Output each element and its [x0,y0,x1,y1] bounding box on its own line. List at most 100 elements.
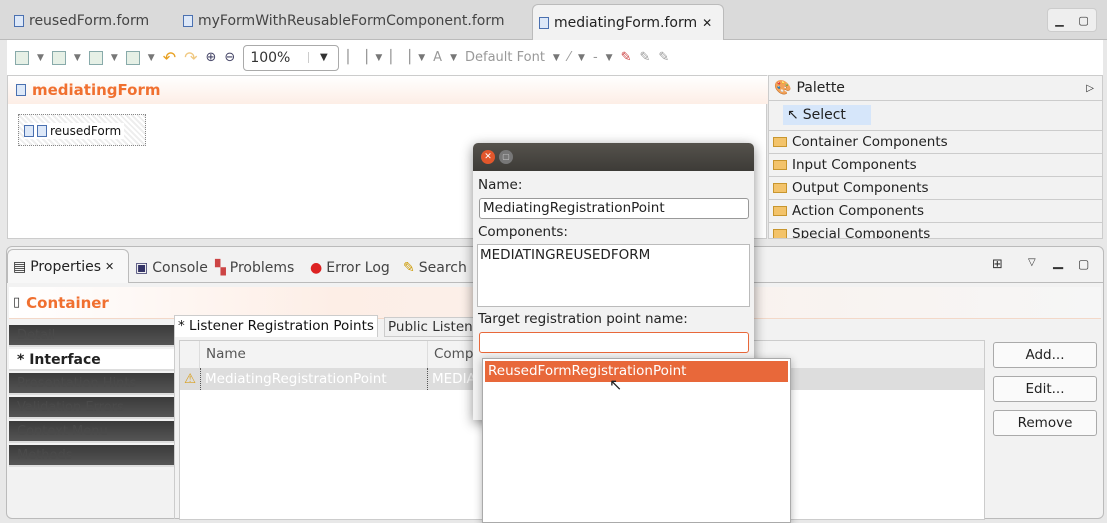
group-label: Special Components [792,226,931,239]
cell-component: MEDIA [432,371,476,387]
target-label: Target registration point name: [478,311,688,327]
editor-tab-bar: reusedForm.form myFormWithReusableFormCo… [0,0,1107,40]
minimize-icon[interactable]: ▁ [1053,255,1063,270]
tab-label: mediatingForm.form [554,14,698,31]
form-icon [37,125,47,137]
chevron-down-icon[interactable]: ▼ [308,52,338,63]
container-warning-icon [24,125,34,137]
font-select[interactable]: Default Font [465,50,545,65]
maximize-icon[interactable]: ▢ [1078,14,1088,27]
folder-icon [773,229,787,238]
console-icon: ▣ [135,260,149,276]
undo-icon[interactable]: ↶ [163,48,176,67]
tab-search[interactable]: ✎ Search [403,255,467,281]
reused-form-component[interactable]: reusedForm [18,114,146,146]
palette-group[interactable]: Output Components [769,176,1102,199]
tab-problems[interactable]: ▚ Problems [215,255,294,281]
form-file-warning-icon [539,16,549,29]
group-label: Container Components [792,134,948,150]
form-icon [16,84,26,96]
cell-name: MediatingRegistrationPoint [200,368,428,390]
zoom-in-icon[interactable]: ⊕ [206,50,217,65]
line-style-select[interactable]: - [593,50,598,65]
arrange-icon[interactable] [88,50,103,65]
form-file-icon [14,15,24,27]
tab-label: Properties [30,258,101,275]
section-context-menu[interactable]: Context Menu [9,421,175,443]
group-label: Output Components [792,180,929,196]
zoom-value: 100% [250,49,291,66]
editor-toolbar: ▼ ▼ ▼ ▼ ↶ ↷ ⊕ ⊖ 100% ▼ ▏▕ ▼ ▏▕ ▼ A ▼ Default… [7,40,1103,75]
tab-myformwithreusableformcomponent[interactable]: myFormWithReusableFormComponent.form [183,8,504,34]
suggestion-item[interactable]: ReusedFormRegistrationPoint [485,361,788,382]
palette-title: Palette [796,80,845,96]
spacing-icon[interactable] [125,50,140,65]
select-label: Select [802,107,846,123]
properties-title: Container [26,293,109,312]
zoom-out-icon[interactable]: ⊖ [224,50,235,65]
maximize-icon[interactable]: ▢ [499,150,513,164]
container-icon: ▯ [13,295,21,310]
folder-icon [773,183,787,193]
line-color-icon[interactable]: ▏▕ [390,50,410,65]
maximize-icon[interactable]: ▢ [1078,257,1089,271]
pointer-icon: ↖ [787,107,799,123]
name-input[interactable]: MediatingRegistrationPoint [479,198,749,219]
section-presentation-hints[interactable]: Presentation Hints [9,373,175,395]
tab-label: Error Log [326,260,390,276]
form-file-icon [183,15,193,27]
tab-reusedform[interactable]: reusedForm.form [14,8,149,34]
column-header-component[interactable]: Comp [428,341,473,368]
tab-label: myFormWithReusableFormComponent.form [198,13,505,29]
components-label: Components: [478,224,568,240]
brush-icon[interactable]: ✎ [639,50,650,65]
close-icon[interactable]: ✕ [702,16,712,30]
section-interface[interactable]: * Interface [9,349,175,371]
folder-icon [773,137,787,147]
tab-error-log[interactable]: ● Error Log [310,255,390,281]
subtab-listener-registration-points[interactable]: * Listener Registration Points [174,315,378,337]
line-width-icon[interactable]: ⁄ [568,50,570,65]
palette-group[interactable]: Action Components [769,199,1102,222]
edit-button[interactable]: Edit... [993,376,1097,402]
palette-group[interactable]: Input Components [769,153,1102,176]
subtab-public-listeners[interactable]: Public Listen [384,317,477,337]
palette-group[interactable]: Container Components [769,130,1102,153]
tab-label: Console [152,260,208,276]
font-color-button[interactable]: A [433,50,442,65]
remove-button[interactable]: Remove [993,410,1097,436]
palette-group[interactable]: Special Components [769,222,1102,239]
column-header-name[interactable]: Name [200,341,428,368]
align-icon[interactable] [15,50,29,65]
components-list[interactable]: MEDIATINGREUSEDFORM [477,244,750,307]
autocomplete-popup: ReusedFormRegistrationPoint ↖ [482,358,791,523]
eyedropper-icon[interactable]: ✎ [621,50,632,65]
redo-icon[interactable]: ↷ [184,48,197,67]
tab-mediatingform[interactable]: mediatingForm.form ✕ [532,4,724,40]
mouse-cursor-icon: ↖ [609,375,623,394]
dialog-titlebar: ✕ ▢ [473,143,754,171]
properties-icon: ▤ [13,258,27,275]
section-methods[interactable]: Methods [9,445,175,467]
close-icon[interactable]: ✕ [105,260,114,273]
minimize-icon[interactable]: ▁ [1055,14,1063,27]
match-size-icon[interactable] [51,50,66,65]
section-detail[interactable]: Detail [9,325,175,347]
zoom-select[interactable]: 100% ▼ [243,44,340,71]
tab-label: Search [418,260,467,276]
warning-icon: ⚠ [183,371,197,387]
close-icon[interactable]: ✕ [481,150,495,164]
folder-icon [773,160,787,170]
fill-color-icon[interactable]: ▏▕ [347,50,367,65]
brush-icon[interactable]: ✎ [658,50,669,65]
pin-icon[interactable]: ⊞ [992,257,1003,272]
tab-properties[interactable]: ▤ Properties ✕ [7,249,129,283]
view-menu-icon[interactable]: ▽ [1028,257,1036,268]
add-button[interactable]: Add... [993,342,1097,368]
section-validation-errors[interactable]: Validation Errors [9,397,175,419]
tab-console[interactable]: ▣ Console [135,255,208,281]
target-input[interactable] [479,332,749,353]
select-tool[interactable]: ↖ Select [783,105,871,125]
collapse-palette-icon[interactable]: ▷ [1086,83,1094,94]
folder-icon [773,206,787,216]
